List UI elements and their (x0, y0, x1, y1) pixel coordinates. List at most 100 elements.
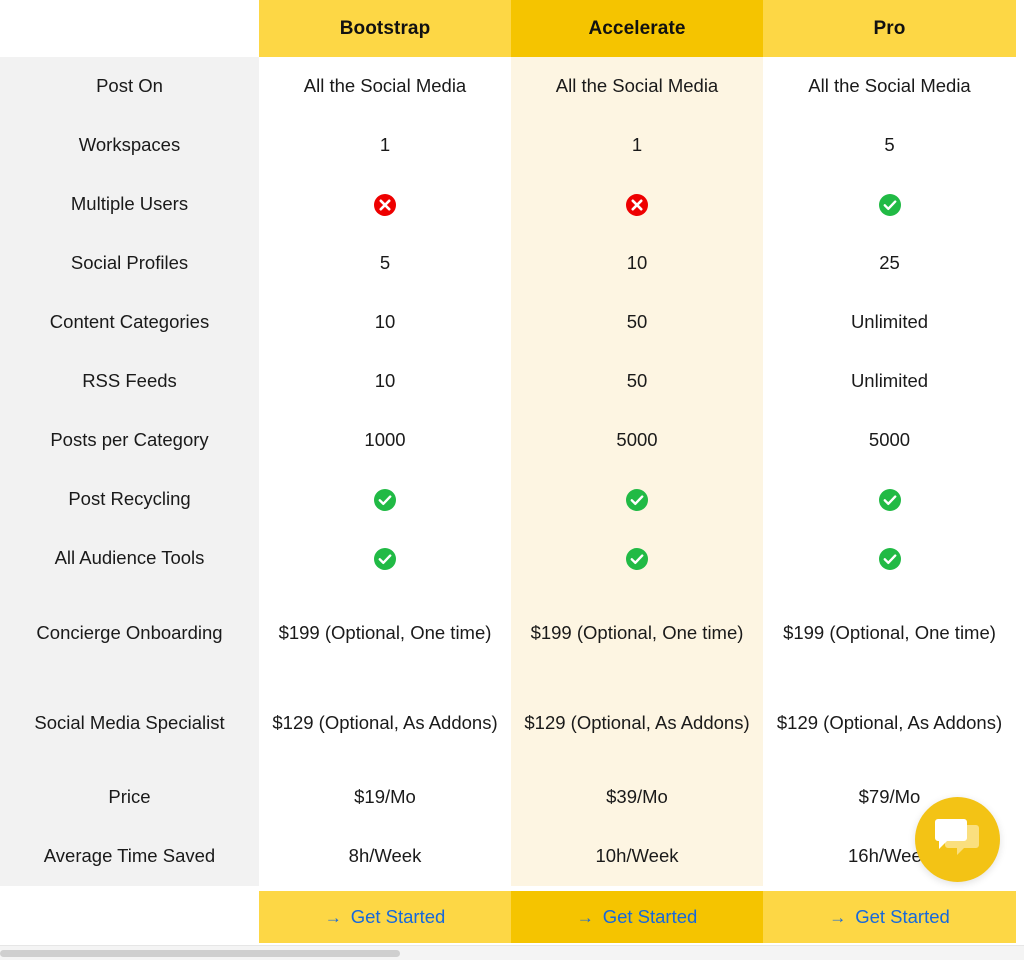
header-right-gutter (1016, 0, 1024, 57)
table-footer: → Get Started → Get Started → Get Starte… (0, 886, 1024, 943)
plan-header-row: Bootstrap Accelerate Pro (0, 0, 1024, 57)
feature-value-accelerate: 50 (511, 293, 763, 352)
green-check-icon (878, 489, 901, 512)
feature-value-accelerate: All the Social Media (511, 57, 763, 116)
feature-value-pro: 25 (763, 234, 1016, 293)
feature-label: Posts per Category (0, 411, 259, 470)
header-corner-blank (0, 0, 259, 57)
arrow-right-icon: → (576, 907, 594, 927)
table-row: All Audience Tools (0, 529, 1024, 588)
feature-value-accelerate: $199 (Optional, One time) (511, 588, 763, 678)
get-started-cell-accelerate[interactable]: → Get Started (511, 891, 763, 943)
row-right-gutter (1016, 678, 1024, 768)
feature-value-pro: Unlimited (763, 352, 1016, 411)
arrow-right-icon: → (829, 907, 847, 927)
feature-value-pro (763, 470, 1016, 529)
green-check-icon (626, 548, 648, 571)
feature-value-bootstrap: 1 (259, 116, 511, 175)
feature-label: Multiple Users (0, 175, 259, 234)
feature-value-bootstrap (259, 529, 511, 588)
plan-header-accelerate: Accelerate (511, 0, 763, 57)
feature-label: Post On (0, 57, 259, 116)
scrollbar-thumb[interactable] (0, 950, 400, 957)
row-right-gutter (1016, 588, 1024, 678)
feature-label: Concierge Onboarding (0, 588, 259, 678)
feature-value-bootstrap (259, 175, 511, 234)
feature-value-accelerate: 50 (511, 352, 763, 411)
feature-value-accelerate (511, 175, 763, 234)
get-started-cell-bootstrap[interactable]: → Get Started (259, 891, 511, 943)
cta-right-gutter (1016, 891, 1024, 943)
feature-label: Social Media Specialist (0, 678, 259, 768)
table-row: Post Recycling (0, 470, 1024, 529)
green-check-icon (878, 548, 901, 571)
feature-value-pro: All the Social Media (763, 57, 1016, 116)
row-right-gutter (1016, 293, 1024, 352)
get-started-label-bootstrap: Get Started (350, 906, 446, 927)
get-started-cell-pro[interactable]: → Get Started (763, 891, 1016, 943)
feature-label: RSS Feeds (0, 352, 259, 411)
feature-label: Average Time Saved (0, 827, 259, 886)
feature-value-accelerate: $39/Mo (511, 768, 763, 827)
feature-value-pro: Unlimited (763, 293, 1016, 352)
feature-value-pro: 5 (763, 116, 1016, 175)
feature-value-bootstrap: All the Social Media (259, 57, 511, 116)
cta-label-blank (0, 891, 259, 943)
red-cross-icon (374, 194, 396, 217)
red-cross-icon (626, 194, 648, 217)
table-row: Social Profiles 5 10 25 (0, 234, 1024, 293)
row-right-gutter (1016, 234, 1024, 293)
table-row: Price $19/Mo $39/Mo $79/Mo (0, 768, 1024, 827)
pricing-comparison-page: Bootstrap Accelerate Pro Post On All the … (0, 0, 1024, 960)
table-body: Post On All the Social Media All the Socia… (0, 57, 1024, 886)
row-right-gutter (1016, 529, 1024, 588)
feature-value-bootstrap: $129 (Optional, As Addons) (259, 678, 511, 768)
get-started-link-accelerate[interactable]: → Get Started (577, 906, 698, 928)
chat-widget-button[interactable] (915, 797, 1000, 882)
feature-label: Price (0, 768, 259, 827)
table-row: Post On All the Social Media All the Socia… (0, 57, 1024, 116)
feature-value-accelerate (511, 529, 763, 588)
row-right-gutter (1016, 352, 1024, 411)
green-check-icon (626, 489, 648, 512)
arrow-right-icon: → (324, 907, 342, 927)
row-right-gutter (1016, 175, 1024, 234)
green-check-icon (878, 194, 901, 217)
feature-value-pro (763, 529, 1016, 588)
feature-label: Content Categories (0, 293, 259, 352)
feature-value-bootstrap: 8h/Week (259, 827, 511, 886)
horizontal-scrollbar[interactable] (0, 945, 1024, 960)
pricing-comparison-table: Bootstrap Accelerate Pro Post On All the … (0, 0, 1024, 943)
feature-value-bootstrap (259, 470, 511, 529)
feature-value-accelerate (511, 470, 763, 529)
table-row: Multiple Users (0, 175, 1024, 234)
green-check-icon (374, 489, 396, 512)
row-right-gutter (1016, 411, 1024, 470)
row-right-gutter (1016, 768, 1024, 827)
feature-label: Social Profiles (0, 234, 259, 293)
row-right-gutter (1016, 116, 1024, 175)
table-row: Average Time Saved 8h/Week 10h/Week 16h/Wee… (0, 827, 1024, 886)
feature-value-accelerate: 10h/Week (511, 827, 763, 886)
feature-value-pro: 5000 (763, 411, 1016, 470)
feature-value-pro (763, 175, 1016, 234)
feature-value-accelerate: 1 (511, 116, 763, 175)
table-row: Content Categories 10 50 Unlimited (0, 293, 1024, 352)
feature-value-accelerate: 10 (511, 234, 763, 293)
table-row: Workspaces 1 1 5 (0, 116, 1024, 175)
table-row: RSS Feeds 10 50 Unlimited (0, 352, 1024, 411)
table-row: Social Media Specialist $129 (Optional, A… (0, 678, 1024, 768)
plan-header-bootstrap: Bootstrap (259, 0, 511, 57)
feature-value-pro: $199 (Optional, One time) (763, 588, 1016, 678)
row-right-gutter (1016, 827, 1024, 886)
feature-value-bootstrap: 1000 (259, 411, 511, 470)
get-started-link-pro[interactable]: → Get Started (829, 906, 950, 928)
table-row: Concierge Onboarding $199 (Optional, One … (0, 588, 1024, 678)
get-started-link-bootstrap[interactable]: → Get Started (325, 906, 446, 928)
cta-row: → Get Started → Get Started → Get Starte… (0, 891, 1024, 943)
row-right-gutter (1016, 57, 1024, 116)
get-started-label-accelerate: Get Started (602, 906, 698, 927)
table-header: Bootstrap Accelerate Pro (0, 0, 1024, 57)
feature-value-bootstrap: 10 (259, 293, 511, 352)
feature-label: All Audience Tools (0, 529, 259, 588)
